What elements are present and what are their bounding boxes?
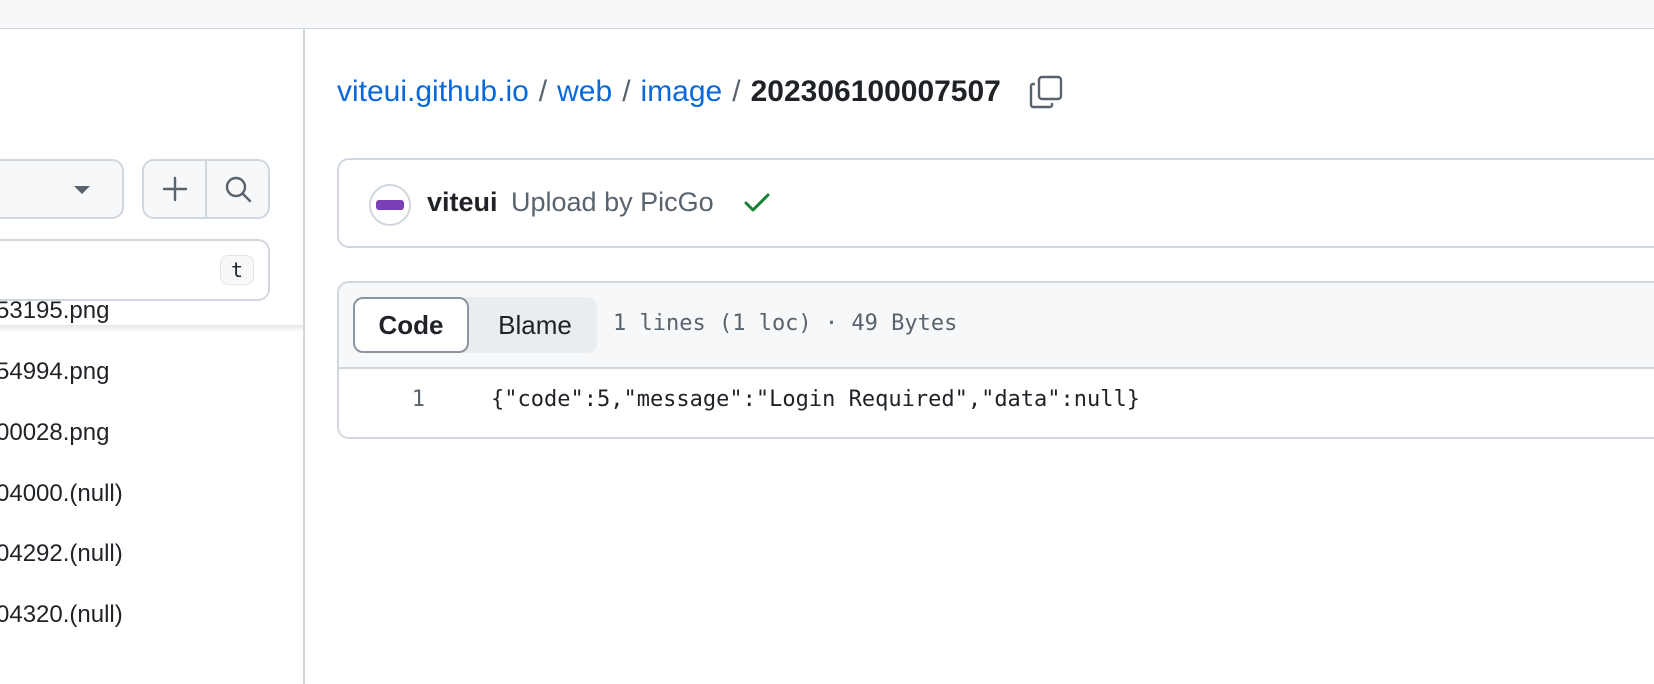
breadcrumb-image-link[interactable]: image — [641, 75, 723, 109]
search-button[interactable] — [205, 161, 268, 217]
add-file-button[interactable] — [144, 161, 205, 217]
plus-icon — [162, 176, 187, 202]
scroll-shadow — [0, 325, 303, 333]
file-tree-item[interactable]: 04292.(null) — [0, 540, 123, 568]
copy-path-button[interactable] — [1029, 75, 1063, 109]
go-to-file-input[interactable]: t — [0, 239, 270, 301]
commit-status[interactable] — [744, 192, 770, 219]
breadcrumb-separator: / — [538, 75, 548, 108]
avatar[interactable] — [369, 184, 411, 226]
shortcut-key-badge: t — [220, 255, 254, 285]
current-file-name: 202306100007507 — [750, 75, 1001, 108]
branch-selector[interactable] — [0, 159, 124, 219]
file-tree-item[interactable]: 53195.png — [0, 297, 109, 325]
avatar-logo — [376, 200, 404, 210]
check-icon — [744, 193, 770, 212]
breadcrumb: viteui.github.io / web / image / 2023061… — [337, 72, 1063, 112]
copy-icon — [1029, 75, 1063, 109]
top-bar — [0, 0, 1654, 29]
chevron-down-icon — [74, 186, 90, 194]
latest-commit-box: viteui Upload by PicGo — [337, 158, 1654, 248]
file-view: viteui.github.io / web / image / 2023061… — [305, 29, 1654, 684]
file-tree-item[interactable]: 04000.(null) — [0, 480, 123, 508]
breadcrumb-web-link[interactable]: web — [557, 75, 612, 109]
view-toggle: Code Blame — [353, 297, 597, 353]
tab-blame[interactable]: Blame — [473, 297, 597, 353]
file-info: 1 lines (1 loc) · 49 Bytes — [613, 311, 958, 336]
file-tree-item[interactable]: 54994.png — [0, 358, 109, 386]
breadcrumb-separator: / — [622, 75, 631, 108]
tab-code[interactable]: Code — [353, 297, 469, 353]
commit-author[interactable]: viteui — [427, 187, 498, 218]
search-icon — [225, 176, 251, 203]
code-viewer: Code Blame 1 lines (1 loc) · 49 Bytes 1 … — [337, 281, 1654, 439]
code-line: {"code":5,"message":"Login Required","da… — [491, 387, 1141, 412]
breadcrumb-separator: / — [732, 75, 741, 108]
code-viewer-header: Code Blame 1 lines (1 loc) · 49 Bytes — [339, 283, 1654, 369]
file-tree-item[interactable]: 00028.png — [0, 419, 109, 447]
commit-message[interactable]: Upload by PicGo — [511, 187, 714, 218]
file-actions-group — [142, 159, 270, 219]
file-tree-item[interactable]: 04320.(null) — [0, 601, 123, 629]
line-number[interactable]: 1 — [339, 387, 425, 412]
breadcrumb-repo-link[interactable]: viteui.github.io — [337, 75, 529, 109]
file-tree-sidebar: t 53195.png 54994.png 00028.png 04000.(n… — [0, 29, 305, 684]
